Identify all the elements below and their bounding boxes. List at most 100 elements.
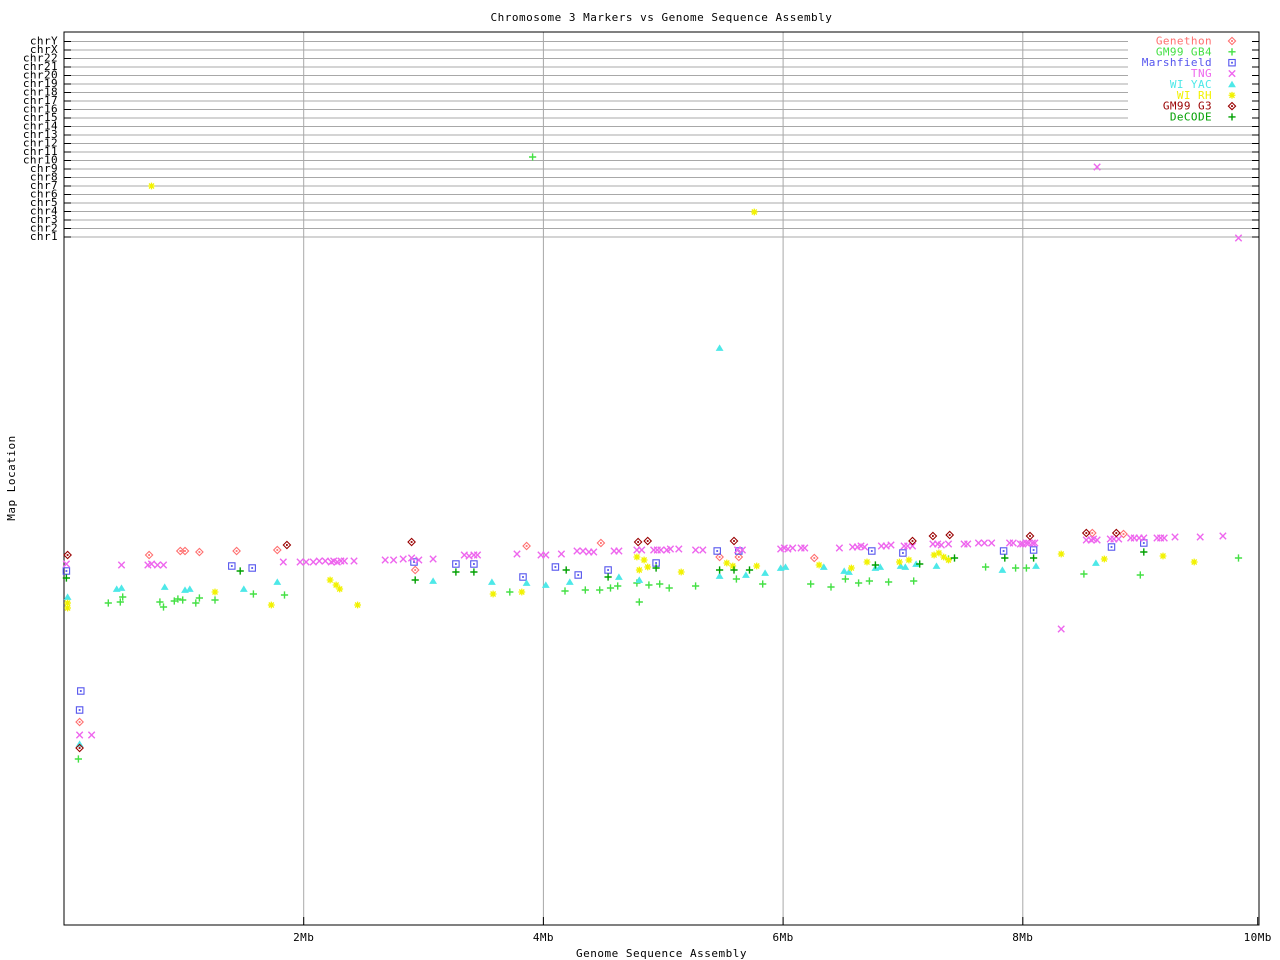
point-decode xyxy=(411,576,419,584)
point-gm99_gb4 xyxy=(74,755,83,763)
point-tng xyxy=(381,556,389,564)
point-tng xyxy=(1057,625,1065,633)
point-marshfield xyxy=(248,564,256,572)
point-gm99_gb4 xyxy=(104,599,112,607)
point-tng xyxy=(279,558,287,566)
point-wi_yac xyxy=(1092,559,1100,566)
point-gm99_gb4 xyxy=(596,586,604,594)
point-tng xyxy=(415,556,423,564)
point-tng xyxy=(789,544,797,552)
point-decode xyxy=(745,566,754,574)
point-marshfield xyxy=(77,687,85,695)
point-gm99_g3 xyxy=(63,550,72,560)
point-decode xyxy=(652,564,660,572)
point-genethon xyxy=(180,546,190,556)
point-wi_yac xyxy=(160,583,169,590)
point-gm99_gb4 xyxy=(606,584,615,592)
point-tng xyxy=(1234,234,1243,242)
point-genethon xyxy=(809,553,819,563)
point-marshfield xyxy=(452,560,460,568)
point-wi_rh xyxy=(267,601,275,609)
point-tng xyxy=(153,561,162,569)
point-decode xyxy=(1001,554,1009,562)
point-gm99_gb4 xyxy=(561,587,569,595)
point-genethon xyxy=(232,546,241,556)
point-wi_rh xyxy=(815,561,823,569)
point-decode xyxy=(1029,554,1038,562)
point-gm99_gb4 xyxy=(981,563,990,571)
point-gm99_g3 xyxy=(1025,531,1035,541)
point-gm99_gb4 xyxy=(910,577,918,585)
point-tng xyxy=(389,556,398,564)
point-tng xyxy=(987,539,996,547)
point-decode xyxy=(470,568,478,576)
point-wi_rh xyxy=(640,556,648,564)
point-genethon xyxy=(410,565,420,575)
point-marshfield xyxy=(75,706,84,714)
point-wi_rh xyxy=(211,588,219,596)
point-gm99_gb4 xyxy=(280,591,289,599)
point-wi_rh xyxy=(729,562,737,570)
point-tng xyxy=(75,731,84,739)
point-wi_rh xyxy=(326,576,334,584)
point-gm99_gb4 xyxy=(195,594,203,602)
point-tng xyxy=(117,561,126,569)
point-tng xyxy=(473,551,482,559)
point-marshfield xyxy=(470,560,478,568)
point-marshfield xyxy=(519,573,527,581)
point-tng xyxy=(1219,532,1227,540)
point-tng xyxy=(340,557,349,565)
point-tng xyxy=(908,542,917,550)
point-gm99_gb4 xyxy=(865,577,874,585)
point-gm99_g3 xyxy=(407,537,416,547)
point-gm99_gb4 xyxy=(807,580,815,588)
point-genethon xyxy=(195,547,204,557)
point-wi_rh xyxy=(518,588,526,596)
point-wi_yac xyxy=(273,578,282,585)
point-tng xyxy=(1009,539,1017,547)
point-tng xyxy=(964,540,972,548)
point-decode xyxy=(715,566,724,574)
point-tng xyxy=(350,557,358,565)
point-marshfield xyxy=(574,571,582,579)
point-decode xyxy=(236,567,244,575)
point-wi_rh xyxy=(148,182,155,190)
x-tick-label-8Mb: 8Mb xyxy=(1012,931,1033,944)
point-gm99_gb4 xyxy=(506,588,514,596)
point-wi_rh xyxy=(753,562,761,570)
point-tng xyxy=(638,546,646,554)
point-wi_rh xyxy=(633,553,641,561)
x-tick-label-2Mb: 2Mb xyxy=(293,931,314,944)
point-gm99_gb4 xyxy=(691,582,700,590)
point-tng xyxy=(513,550,521,558)
point-tng xyxy=(579,547,587,555)
point-gm99_g3 xyxy=(1111,528,1121,538)
point-gm99_gb4 xyxy=(528,153,537,161)
point-marshfield xyxy=(1029,546,1038,554)
point-wi_yac xyxy=(429,577,437,584)
point-wi_yac xyxy=(488,578,496,585)
point-gm99_gb4 xyxy=(1022,564,1031,572)
point-gm99_gb4 xyxy=(645,581,653,589)
point-tng xyxy=(675,545,683,553)
point-wi_yac xyxy=(1032,562,1040,569)
point-marshfield xyxy=(899,549,907,557)
point-gm99_g3 xyxy=(928,531,938,541)
point-wi_rh xyxy=(489,590,497,598)
point-wi_rh xyxy=(1190,558,1198,566)
point-tng xyxy=(1196,533,1204,541)
point-tng xyxy=(691,546,700,554)
point-gm99_g3 xyxy=(633,537,643,547)
point-wi_yac xyxy=(565,578,574,585)
point-tng xyxy=(296,558,304,566)
point-tng xyxy=(407,554,416,562)
point-marshfield xyxy=(551,563,560,571)
point-gm99_gb4 xyxy=(827,583,835,591)
x-tick-label-6Mb: 6Mb xyxy=(773,931,794,944)
y-tick-label-chr1: chr1 xyxy=(30,230,58,243)
point-wi_rh xyxy=(1057,550,1065,558)
point-wi_rh xyxy=(863,558,871,566)
point-wi_yac xyxy=(615,573,623,580)
point-gm99_gb4 xyxy=(1136,571,1144,579)
point-gm99_gb4 xyxy=(1234,554,1243,562)
